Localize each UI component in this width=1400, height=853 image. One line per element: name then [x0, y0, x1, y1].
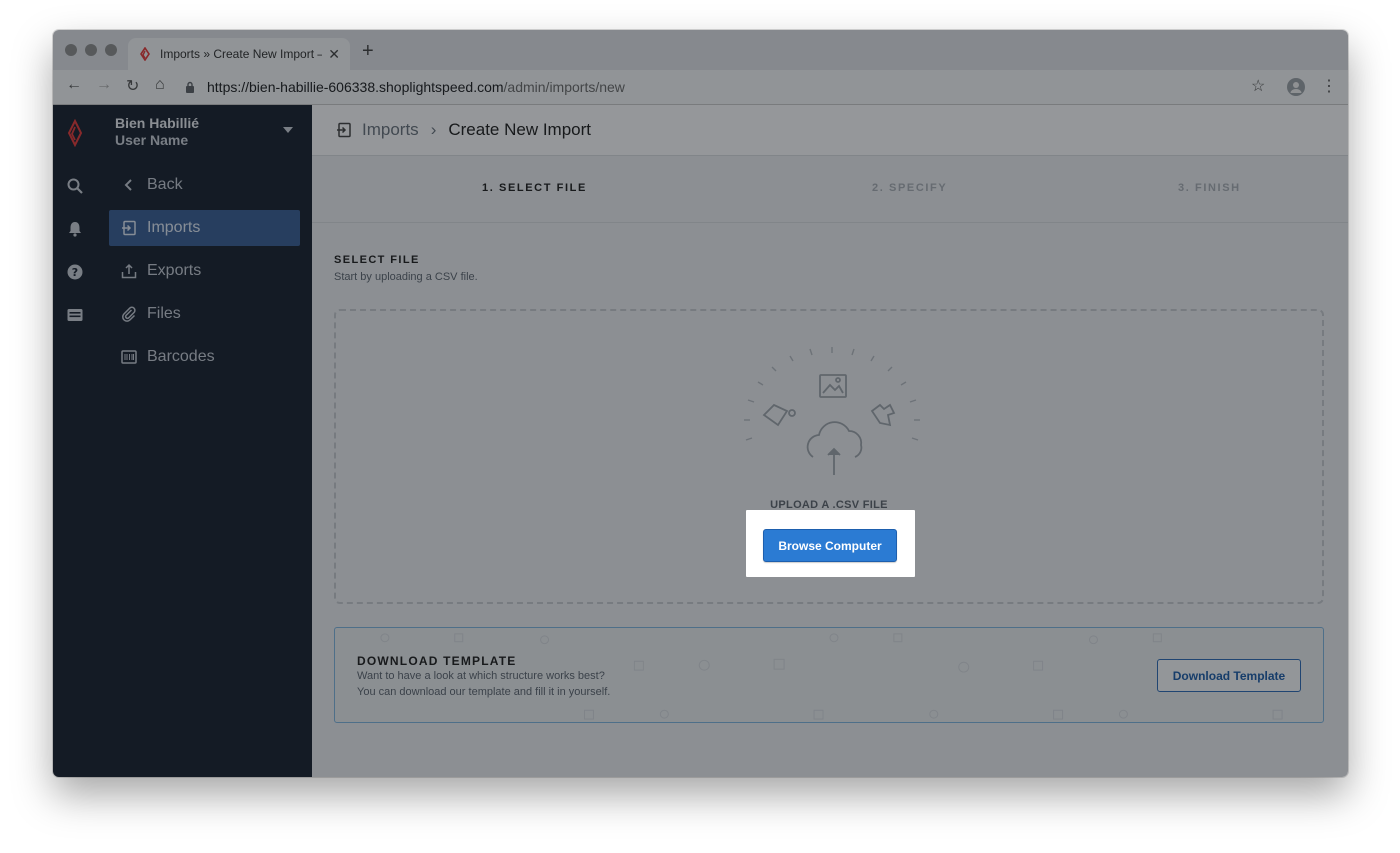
forward-arrow-icon[interactable]: → — [96, 76, 112, 94]
help-icon[interactable]: ? — [66, 263, 84, 281]
tab-title: Imports » Create New Import – — [160, 47, 323, 61]
sidebar-item-exports[interactable]: Exports — [109, 253, 300, 289]
sidebar-item-files[interactable]: Files — [109, 296, 300, 332]
store-name: Bien Habillié — [115, 115, 200, 131]
download-template-button[interactable]: Download Template — [1157, 659, 1301, 692]
browse-computer-button[interactable]: Browse Computer — [763, 529, 897, 562]
sidebar-item-barcodes[interactable]: Barcodes — [109, 339, 300, 375]
home-icon[interactable]: ⌂ — [155, 76, 165, 94]
download-template-panel: DOWNLOAD TEMPLATE Want to have a look at… — [334, 627, 1324, 723]
sidebar-item-label: Exports — [147, 262, 202, 279]
zoom-window-button[interactable] — [105, 44, 117, 56]
svg-text:?: ? — [72, 266, 78, 279]
main-content: Imports › Create New Import 1. SELECT FI… — [312, 105, 1348, 777]
page-header: Imports › Create New Import — [312, 105, 1348, 156]
sidebar-item-label: Files — [147, 305, 181, 322]
select-file-title: SELECT FILE — [334, 254, 420, 266]
new-tab-button[interactable]: + — [362, 40, 374, 63]
browser-tab-bar: Imports » Create New Import – ✕ + — [53, 30, 1348, 70]
wizard-steps: 1. SELECT FILE 2. SPECIFY 3. FINISH — [312, 156, 1348, 223]
store-switcher[interactable]: Bien Habillié User Name — [115, 115, 199, 148]
sidebar: Bien Habillié User Name Back Imports Exp… — [97, 105, 312, 777]
breadcrumb: Imports › Create New Import — [312, 120, 591, 140]
back-arrow-icon[interactable]: ← — [66, 76, 82, 94]
url-host: https://bien-habillie-606338.shoplightsp… — [207, 79, 504, 95]
notifications-bell-icon[interactable] — [66, 220, 84, 238]
cloud-upload-illustration-icon — [744, 347, 920, 475]
download-template-description-1: Want to have a look at which structure w… — [357, 670, 605, 682]
sidebar-item-label: Imports — [147, 219, 201, 236]
url-path: /admin/imports/new — [503, 79, 625, 95]
sidebar-item-label: Barcodes — [147, 348, 215, 365]
export-icon — [121, 263, 137, 279]
step-finish: 3. FINISH — [1178, 182, 1241, 194]
barcode-icon — [121, 349, 137, 365]
breadcrumb-imports-link[interactable]: Imports — [362, 120, 419, 140]
bookmark-star-icon[interactable]: ☆ — [1251, 76, 1265, 96]
chevron-right-icon: › — [430, 120, 437, 139]
minimize-window-button[interactable] — [85, 44, 97, 56]
search-icon[interactable] — [66, 177, 84, 195]
select-file-subtitle: Start by uploading a CSV file. — [334, 271, 478, 283]
reload-icon[interactable]: ↻ — [126, 76, 139, 96]
close-tab-icon[interactable]: ✕ — [328, 46, 340, 63]
address-bar[interactable]: https://bien-habillie-606338.shoplightsp… — [185, 74, 1275, 100]
sidebar-item-imports[interactable]: Imports — [109, 210, 300, 246]
back-link[interactable]: Back — [109, 167, 300, 203]
paperclip-icon — [121, 306, 137, 322]
browser-menu-icon[interactable]: ⋮ — [1321, 76, 1337, 96]
back-label: Back — [147, 176, 183, 193]
download-template-description-2: You can download our template and fill i… — [357, 686, 611, 698]
step-select-file: 1. SELECT FILE — [482, 182, 587, 194]
chevron-down-icon[interactable] — [283, 127, 293, 133]
step-specify: 2. SPECIFY — [872, 182, 948, 194]
lightspeed-logo-icon[interactable] — [66, 119, 84, 147]
page-title: Create New Import — [448, 120, 592, 139]
import-icon — [337, 122, 351, 138]
browser-tab[interactable]: Imports » Create New Import – ✕ — [128, 38, 350, 70]
chevron-left-icon — [121, 177, 137, 193]
register-icon[interactable] — [66, 306, 84, 324]
user-name: User Name — [115, 132, 189, 148]
browser-toolbar: ← → ↻ ⌂ https://bien-habillie-606338.sho… — [53, 70, 1348, 105]
import-icon — [121, 220, 137, 236]
profile-avatar-icon[interactable] — [1287, 78, 1305, 96]
download-template-title: DOWNLOAD TEMPLATE — [357, 654, 517, 668]
close-window-button[interactable] — [65, 44, 77, 56]
icon-rail: ? — [53, 105, 98, 777]
lightspeed-favicon-icon — [140, 47, 150, 61]
browser-window: Imports » Create New Import – ✕ + ← → ↻ … — [53, 30, 1348, 777]
lock-icon — [186, 81, 194, 93]
app-area: ? Bien Habillié User Name Back Imports E… — [53, 105, 1348, 777]
